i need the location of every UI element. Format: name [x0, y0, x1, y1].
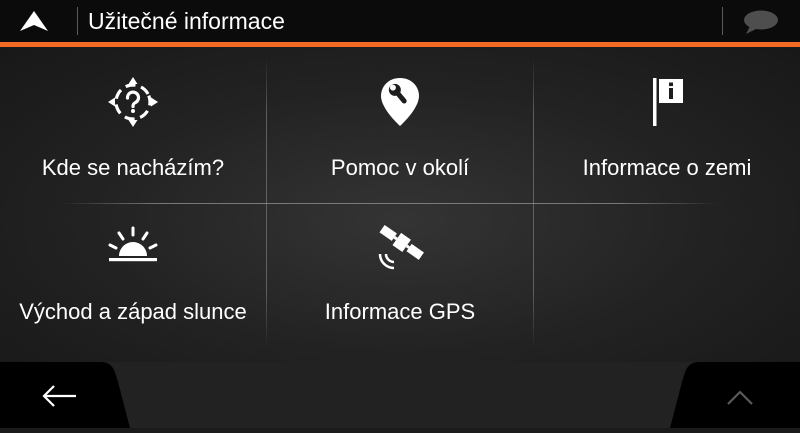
header-divider — [722, 7, 723, 35]
header-bar: Užitečné informace — [0, 0, 800, 42]
location-question-icon — [105, 67, 161, 137]
sunrise-icon — [105, 211, 161, 281]
chat-bubble-icon[interactable] — [738, 8, 782, 36]
tile-country-info[interactable]: Informace o zemi — [534, 55, 800, 199]
tile-label: Kde se nacházím? — [41, 155, 225, 180]
navigation-arrow-icon[interactable] — [14, 6, 54, 36]
tile-gps-info[interactable]: Informace GPS — [267, 199, 533, 343]
country-flag-info-icon — [645, 67, 689, 137]
tile-label: Informace o zemi — [582, 155, 752, 180]
gps-satellite-icon — [372, 211, 428, 281]
page-title: Užitečné informace — [88, 8, 285, 34]
tile-help-nearby[interactable]: Pomoc v okolí — [267, 55, 533, 199]
tile-label: Východ a západ slunce — [19, 299, 247, 324]
tile-label: Informace GPS — [324, 299, 476, 324]
tile-label: Pomoc v okolí — [330, 155, 470, 180]
scroll-up-button[interactable] — [660, 362, 800, 428]
tile-where-am-i[interactable]: Kde se nacházím? — [0, 55, 266, 199]
help-nearby-pin-icon — [376, 67, 424, 137]
back-button[interactable] — [0, 362, 140, 428]
tile-sunrise-sunset[interactable]: Východ a západ slunce — [0, 199, 266, 343]
header-divider — [77, 7, 78, 35]
menu-grid: Kde se nacházím? Pomoc v okolí Informace… — [0, 47, 800, 362]
